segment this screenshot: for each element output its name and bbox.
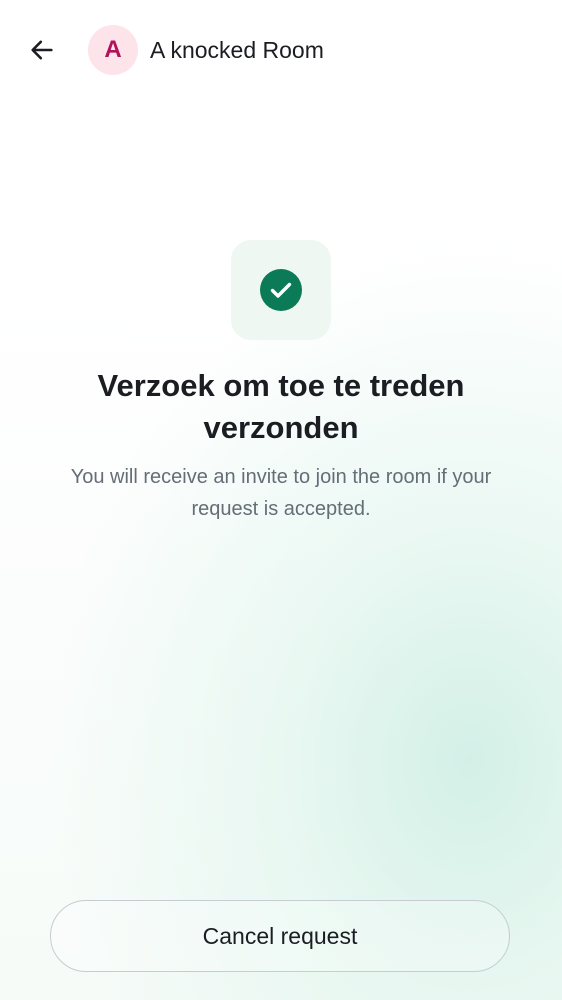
cancel-request-label: Cancel request: [202, 922, 358, 949]
top-app-bar: A A knocked Room: [0, 0, 562, 100]
request-sent-message: You will receive an invite to join the r…: [70, 466, 492, 520]
check-circle-icon: [260, 269, 302, 311]
avatar-initial: A: [104, 36, 122, 63]
room-avatar: A: [88, 25, 138, 75]
request-sent-title: Verzoek om toe te treden verzonden: [97, 368, 465, 445]
room-name: A knocked Room: [150, 37, 324, 63]
arrow-left-icon: [31, 40, 53, 60]
back-button[interactable]: [18, 26, 66, 74]
cancel-request-button[interactable]: Cancel request: [50, 900, 510, 972]
status-icon-tile: [231, 240, 331, 340]
